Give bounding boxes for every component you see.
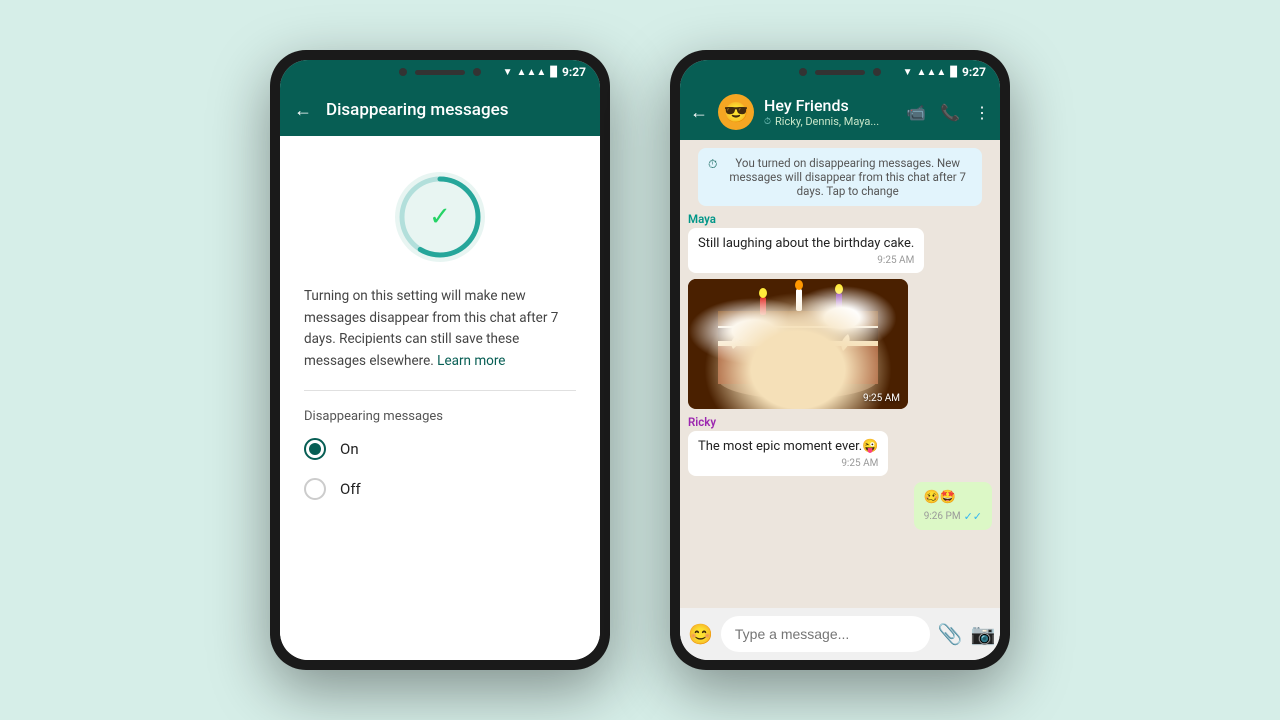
video-call-icon[interactable]: 📹 — [906, 103, 926, 122]
phone-2-top-bar — [799, 68, 881, 76]
camera-button[interactable]: 📷 — [971, 622, 996, 646]
radio-on-button[interactable] — [304, 438, 326, 460]
sensor-dot — [473, 68, 481, 76]
radio-on-option[interactable]: On — [304, 438, 576, 460]
message-time-outgoing: 9:26 PM ✓✓ — [924, 510, 982, 523]
sender-name-ricky: Ricky — [688, 415, 992, 429]
message-time-ricky: 9:25 AM — [698, 458, 878, 469]
phone-2: ▼ ▲▲▲ ▉ 9:27 ← 😎 Hey Friends ⏱ Ricky, De… — [670, 50, 1010, 670]
chat-messages: ⏱ You turned on disappearing messages. N… — [680, 140, 1000, 608]
message-maya-text: Maya Still laughing about the birthday c… — [688, 212, 992, 273]
system-message[interactable]: ⏱ You turned on disappearing messages. N… — [698, 148, 982, 206]
message-input-bar: 😊 📎 📷 🎤 — [680, 608, 1000, 660]
radio-section-title: Disappearing messages — [304, 409, 576, 424]
radio-on-indicator — [309, 443, 321, 455]
read-receipts-icon: ✓✓ — [964, 510, 982, 523]
phone-1-top-bar — [399, 68, 481, 76]
signal-icon: ▲▲▲ — [517, 67, 547, 78]
message-ricky-text: Ricky The most epic moment ever.😜 9:25 A… — [688, 415, 992, 476]
attachment-icon[interactable]: 📎 — [938, 622, 963, 646]
signal-icon-2: ▲▲▲ — [917, 67, 947, 78]
group-subtitle: ⏱ Ricky, Dennis, Maya... — [764, 115, 896, 128]
phones-container: ▼ ▲▲▲ ▉ 9:27 ← Disappearing messages — [270, 50, 1010, 670]
learn-more-link[interactable]: Learn more — [437, 353, 505, 369]
message-text-outgoing: 🥴🤩 — [924, 489, 982, 507]
back-button-1[interactable]: ← — [294, 100, 312, 121]
disappearing-messages-content: ✓ Turning on this setting will make new … — [280, 136, 600, 660]
emoji-button[interactable]: 😊 — [688, 622, 713, 646]
message-outgoing: 🥴🤩 9:26 PM ✓✓ — [688, 482, 992, 529]
message-text-ricky: The most epic moment ever.😜 — [698, 438, 878, 456]
radio-off-label: Off — [340, 480, 361, 498]
chat-info: Hey Friends ⏱ Ricky, Dennis, Maya... — [764, 96, 896, 128]
front-camera — [399, 68, 407, 76]
disappearing-messages-header: ← Disappearing messages — [280, 84, 600, 136]
battery-icon-2: ▉ — [950, 67, 958, 78]
phone-2-screen: ▼ ▲▲▲ ▉ 9:27 ← 😎 Hey Friends ⏱ Ricky, De… — [680, 60, 1000, 660]
bubble-maya-text: Still laughing about the birthday cake. … — [688, 228, 924, 273]
message-maya-image: 9:25 AM — [688, 279, 992, 409]
status-time-2: 9:27 — [962, 65, 986, 79]
bubble-ricky-text: The most epic moment ever.😜 9:25 AM — [688, 431, 888, 476]
timer-circle-container: ✓ — [304, 172, 576, 262]
voice-call-icon[interactable]: 📞 — [940, 103, 960, 122]
description-text: Turning on this setting will make new me… — [304, 286, 576, 372]
battery-icon: ▉ — [550, 67, 558, 78]
sender-name-maya: Maya — [688, 212, 992, 226]
more-options-icon[interactable]: ⋮ — [974, 103, 990, 122]
sensor-dot-2 — [873, 68, 881, 76]
timer-icon: ⏱ — [708, 157, 717, 172]
front-camera-2 — [799, 68, 807, 76]
wifi-icon: ▼ — [503, 67, 513, 78]
speaker-grille — [415, 70, 465, 75]
divider-1 — [304, 390, 576, 391]
phone-1: ▼ ▲▲▲ ▉ 9:27 ← Disappearing messages — [270, 50, 610, 670]
radio-off-button[interactable] — [304, 478, 326, 500]
cake-image: 9:25 AM — [688, 279, 908, 409]
message-time-maya: 9:25 AM — [698, 255, 914, 266]
wifi-icon-2: ▼ — [903, 67, 913, 78]
back-button-2[interactable]: ← — [690, 102, 708, 123]
group-avatar: 😎 — [718, 94, 754, 130]
group-name: Hey Friends — [764, 96, 896, 115]
radio-off-option[interactable]: Off — [304, 478, 576, 500]
image-bubble-maya: 9:25 AM — [688, 279, 908, 409]
image-time: 9:25 AM — [863, 393, 900, 404]
phone-1-screen: ▼ ▲▲▲ ▉ 9:27 ← Disappearing messages — [280, 60, 600, 660]
cake-svg — [688, 279, 908, 409]
timer-circle: ✓ — [395, 172, 485, 262]
status-time-1: 9:27 — [562, 65, 586, 79]
message-text-maya: Still laughing about the birthday cake. — [698, 235, 914, 253]
message-input[interactable] — [721, 616, 930, 652]
screen-title: Disappearing messages — [326, 100, 508, 120]
radio-on-label: On — [340, 440, 359, 458]
bubble-outgoing: 🥴🤩 9:26 PM ✓✓ — [914, 482, 992, 529]
speaker-grille-2 — [815, 70, 865, 75]
chat-header: ← 😎 Hey Friends ⏱ Ricky, Dennis, Maya...… — [680, 84, 1000, 140]
chat-action-buttons: 📹 📞 ⋮ — [906, 103, 990, 122]
check-icon: ✓ — [429, 202, 451, 232]
